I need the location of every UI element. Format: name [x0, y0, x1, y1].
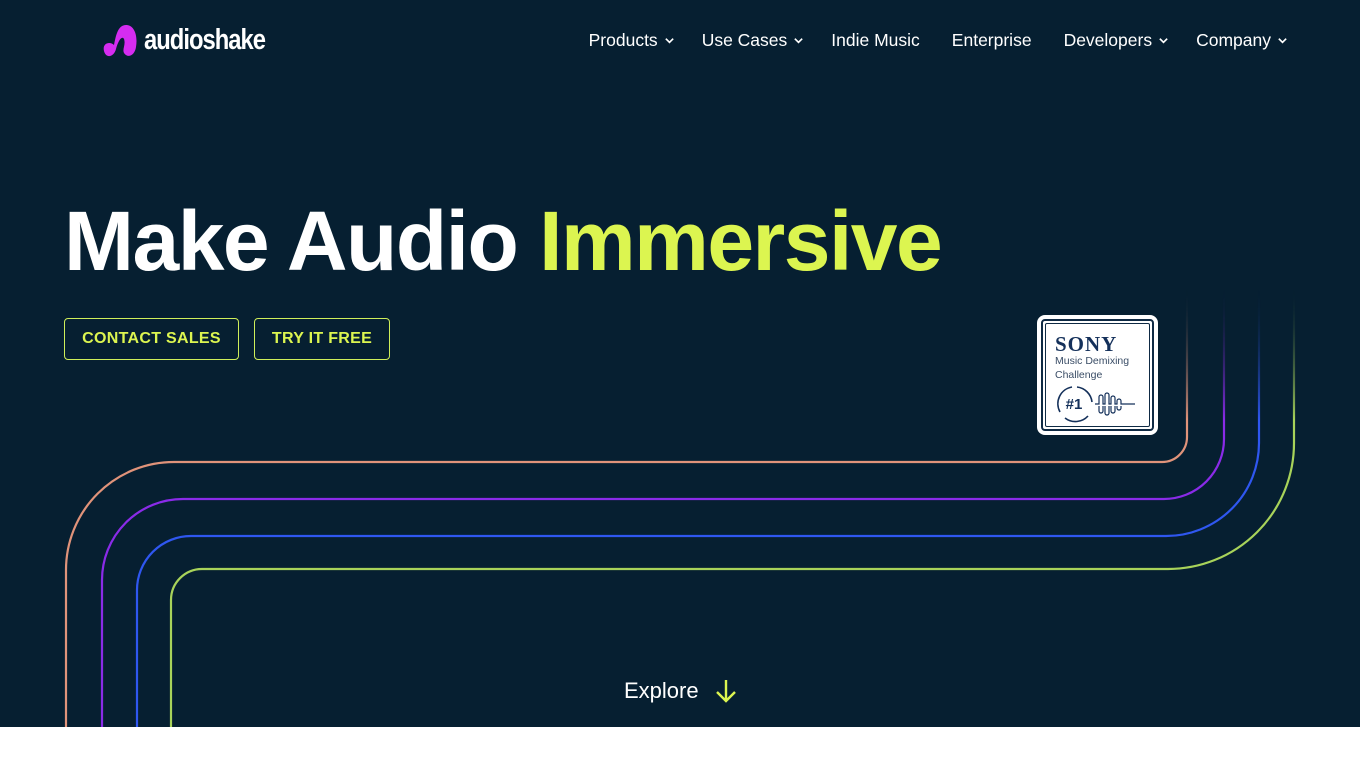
hero-section: audioshake Products Use Cases Indie Musi…: [0, 0, 1360, 727]
badge-rank-text: #1: [1066, 396, 1083, 413]
explore-label: Explore: [624, 678, 699, 703]
chevron-down-icon: [664, 37, 674, 44]
nav-use-cases-label: Use Cases: [701, 29, 788, 50]
badge-line1: Music Demixing: [1055, 355, 1130, 367]
explore-link[interactable]: Explore: [624, 678, 738, 704]
main-nav: Products Use Cases Indie Music Enterpris…: [589, 26, 1288, 54]
rank-waveform-icon: #1: [1057, 386, 1135, 423]
nav-products[interactable]: Products: [589, 30, 675, 51]
hero-title-accent: Immersive: [539, 194, 943, 288]
hero-title: Make Audio Immersive: [64, 194, 943, 288]
try-it-free-button[interactable]: TRY IT FREE: [254, 318, 390, 360]
chevron-down-icon: [794, 37, 804, 44]
nav-indie-music[interactable]: Indie Music: [831, 30, 920, 51]
badge-subtitle: Music Demixing Challenge: [1055, 354, 1129, 382]
nav-enterprise[interactable]: Enterprise: [952, 30, 1032, 51]
nav-indie-music-label: Indie Music: [831, 29, 920, 50]
nav-company[interactable]: Company: [1196, 30, 1288, 51]
nav-use-cases[interactable]: Use Cases: [702, 30, 805, 51]
audioshake-logo-icon: [103, 25, 137, 57]
nav-products-label: Products: [588, 29, 658, 50]
badge-line2: Challenge: [1055, 369, 1103, 381]
chevron-down-icon: [1159, 37, 1168, 44]
nav-developers-label: Developers: [1063, 29, 1153, 50]
chevron-down-icon: [1278, 37, 1287, 44]
sony-challenge-badge: SONY Music Demixing Challenge #1: [1037, 315, 1158, 435]
nav-enterprise-label: Enterprise: [951, 29, 1032, 50]
brand-name: audioshake: [144, 23, 266, 56]
page-below-hero: [0, 727, 1360, 764]
nav-company-label: Company: [1196, 29, 1271, 50]
contact-sales-button[interactable]: CONTACT SALES: [64, 318, 239, 360]
brand-logo[interactable]: audioshake: [100, 20, 292, 60]
arrow-down-icon: [715, 680, 736, 703]
nav-developers[interactable]: Developers: [1064, 30, 1170, 51]
hero-title-main: Make Audio: [64, 194, 540, 288]
